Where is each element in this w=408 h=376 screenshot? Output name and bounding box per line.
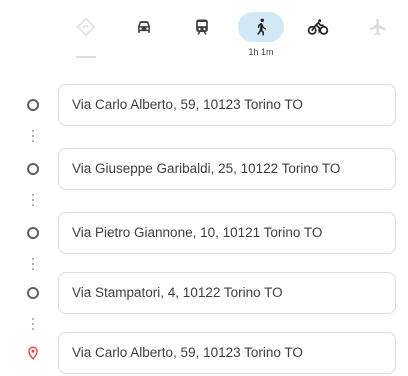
destination-pin-icon	[26, 346, 40, 360]
walking-duration: 1h 1m	[248, 47, 274, 57]
travel-mode-transit[interactable]	[179, 8, 225, 70]
mode-indicator	[76, 56, 96, 58]
waypoint-input[interactable]: Via Pietro Giannone, 10, 10121 Torino TO	[58, 212, 396, 254]
waypoint-row: Via Pietro Giannone, 10, 10121 Torino TO	[0, 212, 408, 254]
best-route-icon	[63, 12, 109, 42]
waypoint-input[interactable]: Via Carlo Alberto, 59, 10123 Torino TO	[58, 84, 396, 126]
flight-icon	[355, 12, 401, 42]
waypoint-circle-icon	[26, 162, 40, 176]
waypoint-row: Via Giuseppe Garibaldi, 25, 10122 Torino…	[0, 148, 408, 190]
waypoint-row: Via Carlo Alberto, 59, 10123 Torino TO	[0, 84, 408, 126]
route-connector-dots	[32, 194, 34, 206]
waypoint-input[interactable]: Via Giuseppe Garibaldi, 25, 10122 Torino…	[58, 148, 396, 190]
waypoint-circle-icon	[26, 226, 40, 240]
travel-mode-flights[interactable]	[355, 8, 401, 70]
destination-input[interactable]: Via Carlo Alberto, 59, 10123 Torino TO	[58, 332, 396, 374]
route-connector-dots	[32, 130, 34, 142]
travel-mode-walking[interactable]: 1h 1m	[238, 8, 284, 70]
route-connector-dots	[32, 258, 34, 270]
waypoint-circle-icon	[26, 286, 40, 300]
walking-icon	[238, 12, 284, 42]
waypoint-circle-icon	[26, 98, 40, 112]
travel-mode-bar: 1h 1m	[62, 8, 402, 70]
transit-icon	[179, 12, 225, 42]
bicycle-icon	[295, 12, 341, 42]
waypoint-row: Via Stampatori, 4, 10122 Torino TO	[0, 272, 408, 314]
waypoint-input[interactable]: Via Stampatori, 4, 10122 Torino TO	[58, 272, 396, 314]
travel-mode-best[interactable]	[63, 8, 109, 70]
travel-mode-cycling[interactable]	[295, 8, 341, 70]
travel-mode-driving[interactable]	[121, 8, 167, 70]
car-icon	[121, 12, 167, 42]
route-connector-dots	[32, 318, 34, 330]
waypoint-row: Via Carlo Alberto, 59, 10123 Torino TO	[0, 332, 408, 374]
